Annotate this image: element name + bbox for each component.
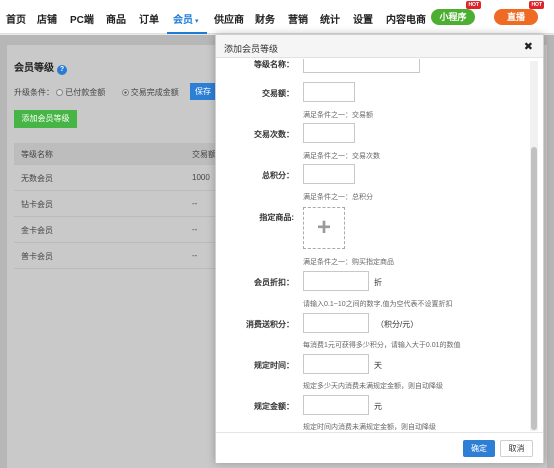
cell-level-name: 金卡会员 (21, 226, 53, 235)
discount-label: 会员折扣： (254, 278, 294, 287)
radio-completed-amount[interactable] (121, 89, 129, 96)
discount-hint: 请输入0.1~10之间的数字,值为空代表不设置折扣 (303, 301, 453, 308)
trade-count-input[interactable] (303, 123, 355, 143)
table-row: 钻卡会员 -- (14, 191, 219, 217)
member-level-table: 等级名称 交易额 无数会员 1000 钻卡会员 -- 金卡会员 -- 普卡会员 … (14, 143, 219, 269)
upgrade-label: 升级条件： (14, 88, 54, 97)
table-row: 金卡会员 -- (14, 217, 219, 243)
cell-trade-amount: -- (192, 251, 198, 260)
table-row: 无数会员 1000 (14, 165, 219, 191)
mini-program-label: 小程序 (439, 12, 467, 22)
consume-points-unit: （积分/元） (376, 320, 419, 329)
cell-level-name: 普卡会员 (21, 252, 53, 261)
nav-item-home[interactable]: 首页 (6, 11, 26, 26)
consume-points-label: 消费送积分： (246, 320, 294, 329)
level-name-input[interactable] (303, 59, 420, 73)
trade-amount-label: 交易额： (262, 89, 294, 98)
add-goods-button[interactable]: + (303, 207, 345, 249)
nav-item-store[interactable]: 店铺 (37, 11, 57, 26)
page-title-text: 会员等级 (14, 63, 54, 74)
nav-item-members[interactable]: 会员 ▾ (167, 11, 206, 34)
nav-item-pc[interactable]: PC端 (70, 11, 94, 26)
add-member-level-dialog: 添加会员等级 ✖ 等级名称： 交易额： 满足条件之一：交易额 交易次数： 满足条… (215, 34, 544, 463)
upgrade-condition: 升级条件： 已付款金额 交易完成金额 (14, 87, 179, 98)
dialog-body: 等级名称： 交易额： 满足条件之一：交易额 交易次数： 满足条件之一：交易次数 … (216, 59, 531, 432)
nav-item-goods[interactable]: 商品 (106, 11, 126, 26)
period-hint: 规定多少天内消费未满规定金额，则自动降级 (303, 383, 443, 390)
confirm-button[interactable]: 确定 (463, 440, 495, 457)
total-points-label: 总积分： (262, 171, 294, 180)
top-nav: 首页 店铺 PC端 商品 订单 会员 ▾ 供应商 财务 营销 统计 设置 内容电商… (0, 0, 554, 34)
consume-points-hint: 每消费1元可获得多少积分，请输入大于0.01的数值 (303, 342, 461, 349)
trade-amount-input[interactable] (303, 82, 355, 102)
radio-completed-label: 交易完成金额 (130, 88, 179, 97)
scrollbar-thumb[interactable] (531, 147, 537, 430)
table-header: 等级名称 交易额 (14, 143, 219, 165)
dialog-title: 添加会员等级 (224, 44, 279, 54)
dialog-footer: 确定 取消 (216, 432, 543, 463)
amount-label: 规定金额： (254, 402, 294, 411)
header-level-name: 等级名称 (21, 150, 53, 159)
trade-count-hint: 满足条件之一：交易次数 (303, 153, 380, 160)
period-input[interactable] (303, 354, 369, 374)
chevron-down-icon: ▾ (195, 18, 199, 25)
dialog-header: 添加会员等级 ✖ (216, 35, 543, 58)
nav-item-finance[interactable]: 财务 (255, 11, 275, 26)
help-icon[interactable]: ? (57, 65, 67, 75)
plus-icon: + (316, 214, 331, 241)
discount-input[interactable] (303, 271, 369, 291)
scrollbar[interactable] (530, 61, 538, 431)
add-member-level-button[interactable]: 添加会员等级 (14, 110, 77, 128)
close-icon[interactable]: ✖ (524, 40, 533, 53)
consume-points-input[interactable] (303, 313, 369, 333)
cancel-button[interactable]: 取消 (500, 440, 533, 457)
page-title: 会员等级? (14, 59, 67, 75)
table-row: 普卡会员 -- (14, 243, 219, 269)
trade-count-label: 交易次数： (254, 130, 294, 139)
trade-amount-hint: 满足条件之一：交易额 (303, 112, 373, 119)
amount-hint: 规定时间内消费未满规定金额，则自动降级 (303, 424, 436, 431)
cell-trade-amount: -- (192, 225, 198, 234)
total-points-input[interactable] (303, 164, 355, 184)
amount-unit: 元 (374, 402, 382, 411)
designated-goods-hint: 满足条件之一：购买指定商品 (303, 259, 394, 266)
nav-item-orders[interactable]: 订单 (139, 11, 159, 26)
hot-badge: HOT (529, 1, 544, 9)
nav-item-settings[interactable]: 设置 (353, 11, 373, 26)
save-button[interactable]: 保存 (190, 83, 216, 100)
nav-item-members-label: 会员 (173, 15, 193, 26)
discount-unit: 折 (374, 278, 382, 287)
total-points-hint: 满足条件之一：总积分 (303, 194, 373, 201)
radio-paid-amount[interactable] (56, 89, 64, 96)
radio-paid-label: 已付款金额 (65, 88, 106, 97)
live-button[interactable]: 直播 HOT (494, 1, 544, 25)
nav-item-marketing[interactable]: 营销 (288, 11, 308, 26)
period-unit: 天 (374, 361, 382, 370)
cell-trade-amount: 1000 (192, 173, 210, 182)
level-name-label: 等级名称： (254, 60, 294, 69)
amount-input[interactable] (303, 395, 369, 415)
nav-item-stats[interactable]: 统计 (320, 11, 340, 26)
live-label: 直播 (506, 12, 525, 22)
nav-item-content-ecommerce[interactable]: 内容电商 (386, 11, 426, 26)
mini-program-button[interactable]: 小程序 HOT (431, 1, 481, 25)
cell-trade-amount: -- (192, 199, 198, 208)
header-trade-amount: 交易额 (192, 150, 216, 159)
hot-badge: HOT (466, 1, 481, 9)
cell-level-name: 钻卡会员 (21, 200, 53, 209)
nav-item-suppliers[interactable]: 供应商 (214, 11, 244, 26)
cell-level-name: 无数会员 (21, 174, 53, 183)
designated-goods-label: 指定商品: (259, 213, 294, 222)
period-label: 规定时间： (254, 361, 294, 370)
